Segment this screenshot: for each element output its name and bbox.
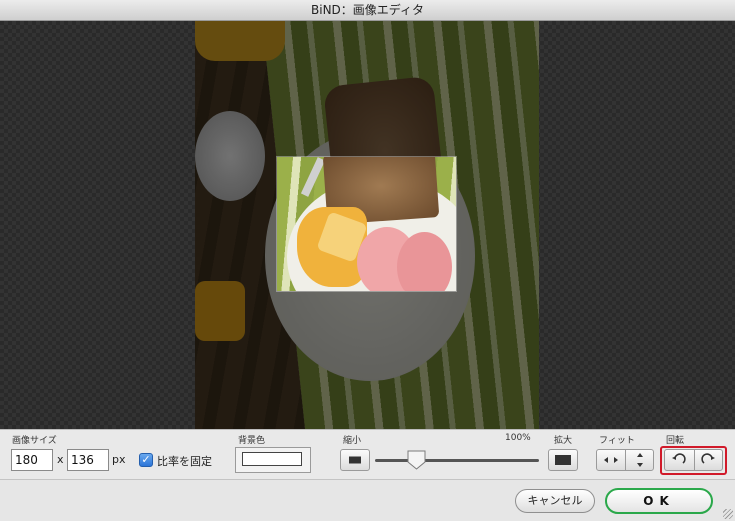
zoom-in-icon <box>555 455 571 465</box>
crop-selection[interactable] <box>276 156 457 292</box>
resize-grip[interactable] <box>723 509 733 519</box>
zoom-slider-track[interactable] <box>375 459 539 462</box>
rotate-left-icon <box>672 453 686 464</box>
zoom-in-button[interactable] <box>548 449 578 471</box>
width-input[interactable]: 180 <box>11 449 53 471</box>
size-unit: px <box>112 453 126 466</box>
background-color-swatch <box>242 452 302 466</box>
fit-horizontal-icon <box>604 457 618 463</box>
rotate-label: 回転 <box>666 436 685 446</box>
zoom-shrink-label: 縮小 <box>343 436 362 446</box>
fit-label: フィット <box>599 436 635 446</box>
fit-vertical-icon <box>636 453 643 467</box>
image-editor-window: BiND：画像エディタ 画像サイズ 180 x 136 px ✓ 比率を固定 背… <box>0 0 735 521</box>
zoom-out-icon <box>349 456 361 464</box>
aspect-lock-label: 比率を固定 <box>157 455 212 468</box>
rotate-control <box>664 449 723 471</box>
zoom-percent: 100% <box>505 433 531 443</box>
ok-button[interactable]: OK <box>605 488 713 514</box>
rotate-left-button[interactable] <box>665 450 694 470</box>
zoom-enlarge-label: 拡大 <box>554 436 573 446</box>
fit-horizontal-button[interactable] <box>597 450 625 470</box>
fit-vertical-button[interactable] <box>625 450 653 470</box>
size-separator: x <box>57 453 64 466</box>
zoom-slider-thumb[interactable] <box>406 450 427 470</box>
fit-control <box>596 449 654 471</box>
image-size-label: 画像サイズ <box>12 436 57 446</box>
rotate-right-button[interactable] <box>693 450 723 470</box>
aspect-lock-checkbox[interactable]: ✓ <box>139 453 153 467</box>
zoom-out-button[interactable] <box>340 449 370 471</box>
cancel-button[interactable]: キャンセル <box>515 489 595 513</box>
background-color-label: 背景色 <box>238 436 266 446</box>
rotate-right-icon <box>701 453 716 464</box>
background-color-well[interactable] <box>235 447 311 473</box>
height-input[interactable]: 136 <box>67 449 109 471</box>
window-title: BiND：画像エディタ <box>0 0 735 21</box>
